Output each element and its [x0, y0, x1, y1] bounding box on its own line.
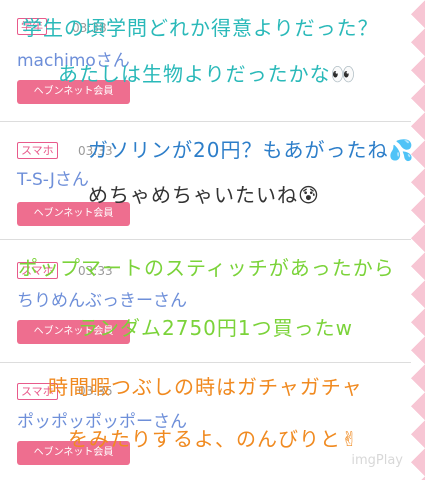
username-link[interactable]: ちりめんぶっきーさん	[17, 286, 187, 311]
post-item: スマホ 03:35 ポッポッポッポーさん ヘブンネット会員 時間暇つぶしの時はガ…	[0, 363, 411, 480]
device-badge: スマホ	[17, 142, 58, 159]
post-item: スマホ 03:33 ちりめんぶっきーさん ヘブンネット会員 ポップマートのスティ…	[0, 240, 411, 363]
decorative-border	[411, 0, 425, 480]
comment-line-1: 時間暇つぶしの時はガチャガチャ	[48, 375, 363, 399]
comment-line-2: をみたりするよ、のんびりと✌	[68, 427, 359, 451]
comment-line-1: ガソリンが20円？もあがったね💦	[88, 138, 415, 162]
comment-line-2: ランダム2750円1つ買ったw	[78, 316, 353, 340]
watermark-text: imgPlay	[351, 453, 403, 468]
comment-line-1: ポップマートのスティッチがあったから	[18, 256, 395, 280]
post-item: スマホ 03:33 T-S-Jさん ヘブンネット会員 ガソリンが20円？もあがっ…	[0, 122, 415, 240]
username-link[interactable]: T-S-Jさん	[17, 165, 89, 190]
comment-line-1: 学生の頃学問どれか得意よりだった？	[22, 16, 379, 40]
comment-line-2: あたしは生物よりだったかな👀	[58, 62, 357, 86]
comment-line-2: めちゃめちゃいたいね😰	[88, 183, 320, 207]
post-item: 学年 03:38 machimoさん ヘブンネット会員 学生の頃学問どれか得意よ…	[0, 0, 411, 122]
